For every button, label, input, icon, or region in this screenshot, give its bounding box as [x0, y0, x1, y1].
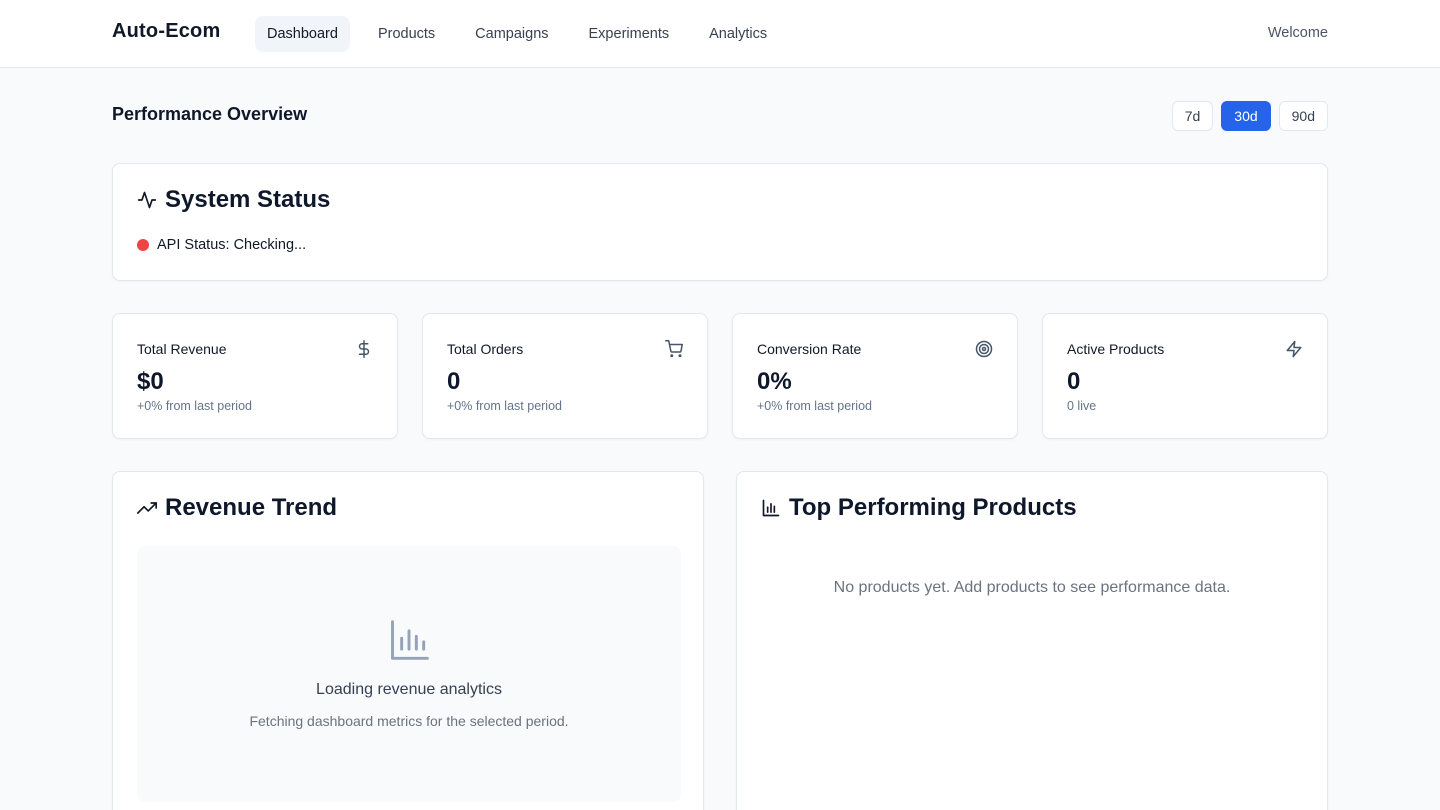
api-status: API Status: Checking...: [137, 237, 306, 253]
top-products-title: Top Performing Products: [789, 494, 1077, 521]
nav-item-dashboard[interactable]: Dashboard: [255, 16, 350, 52]
metric-card-revenue: Total Revenue $0 +0% from last period: [112, 313, 398, 439]
system-status-card: System Status API Status: Checking...: [112, 163, 1328, 281]
metric-value: 0: [1067, 368, 1081, 395]
placeholder-subtitle: Fetching dashboard metrics for the selec…: [249, 713, 569, 729]
metric-value: 0: [447, 368, 461, 395]
metric-label: Active Products: [1067, 341, 1165, 357]
metric-card-orders: Total Orders 0 +0% from last period: [422, 313, 708, 439]
metric-label: Total Orders: [447, 341, 524, 357]
revenue-trend-header: Revenue Trend: [137, 494, 337, 522]
top-products-header: Top Performing Products: [761, 494, 1077, 522]
status-dot-icon: [137, 239, 149, 251]
metric-subtext: 0 live: [1067, 399, 1097, 413]
welcome-text: Welcome: [1267, 25, 1328, 41]
metric-label: Total Revenue: [137, 341, 227, 357]
top-navbar: Auto-Ecom Dashboard Products Campaigns E…: [0, 0, 1440, 68]
metric-card-active-products: Active Products 0 0 live: [1042, 313, 1328, 439]
metric-subtext: +0% from last period: [137, 399, 252, 413]
revenue-trend-title: Revenue Trend: [165, 494, 338, 521]
period-30d-button[interactable]: 30d: [1221, 101, 1271, 131]
nav-item-experiments[interactable]: Experiments: [577, 16, 682, 52]
nav-item-campaigns[interactable]: Campaigns: [463, 16, 560, 52]
dollar-icon: [358, 340, 370, 358]
period-7d-button[interactable]: 7d: [1171, 101, 1214, 131]
revenue-trend-card: Revenue Trend Loading revenue analytics …: [112, 471, 704, 810]
bar-chart-icon: [391, 620, 429, 660]
metric-label: Conversion Rate: [757, 341, 862, 357]
metric-value: 0%: [757, 368, 792, 395]
period-selector: 7d 30d 90d: [1171, 101, 1328, 131]
brand-logo[interactable]: Auto-Ecom: [112, 20, 220, 43]
target-icon: [975, 340, 993, 358]
bar-chart-icon: [762, 499, 780, 517]
page-title: Performance Overview: [112, 104, 308, 124]
nav-item-products[interactable]: Products: [366, 16, 447, 52]
metric-value: $0: [137, 368, 164, 395]
main-nav: Dashboard Products Campaigns Experiments…: [255, 16, 795, 52]
period-90d-button[interactable]: 90d: [1278, 101, 1328, 131]
api-status-text: API Status: Checking...: [157, 237, 307, 253]
chart-placeholder: Loading revenue analytics Fetching dashb…: [137, 546, 681, 802]
system-status-header: System Status: [137, 186, 330, 214]
zap-icon: [1286, 340, 1302, 358]
nav-item-analytics[interactable]: Analytics: [697, 16, 779, 52]
cart-icon: [665, 340, 683, 358]
metric-card-conversion: Conversion Rate 0% +0% from last period: [732, 313, 1018, 439]
empty-state-text: No products yet. Add products to see per…: [833, 579, 1231, 596]
top-products-card: Top Performing Products No products yet.…: [736, 471, 1328, 810]
system-status-title: System Status: [165, 186, 331, 213]
activity-icon: [137, 191, 157, 209]
trending-up-icon: [137, 502, 157, 514]
placeholder-title: Loading revenue analytics: [316, 681, 502, 698]
metric-subtext: +0% from last period: [447, 399, 562, 413]
metric-subtext: +0% from last period: [757, 399, 872, 413]
